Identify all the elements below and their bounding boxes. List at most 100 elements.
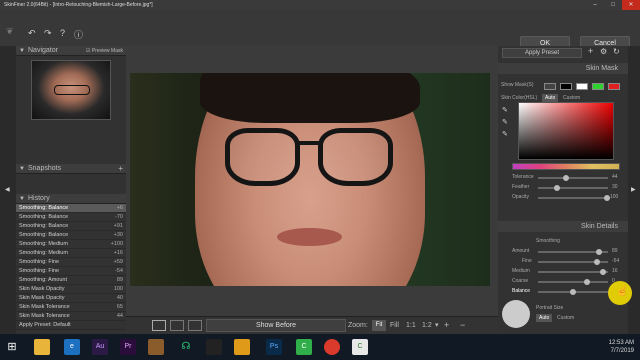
navigator-thumbnail[interactable] xyxy=(31,60,111,120)
thumbnail-glasses xyxy=(54,85,90,95)
mask-swatch-none[interactable] xyxy=(544,83,556,90)
photo-preview[interactable] xyxy=(130,73,490,286)
camtasia-recorder-icon[interactable]: C xyxy=(352,339,368,355)
tolerance-knob[interactable] xyxy=(563,175,569,181)
expand-arrow-icon: ▼ xyxy=(19,166,25,172)
collapse-right-icon[interactable]: ▶ xyxy=(631,186,636,193)
history-item[interactable]: Smoothing: Fine +59 xyxy=(16,258,126,267)
feather-slider[interactable] xyxy=(538,185,608,191)
fine-knob[interactable] xyxy=(594,259,600,265)
start-icon[interactable]: ⊞ xyxy=(4,339,20,355)
info-icon[interactable]: ⓘ xyxy=(74,28,83,41)
zoom-1-1-button[interactable]: 1:1 xyxy=(406,320,416,331)
mask-swatch-white[interactable] xyxy=(576,83,588,90)
collapse-left-icon[interactable]: ◀ xyxy=(5,186,10,193)
apply-preset-dropdown[interactable]: Apply Preset xyxy=(502,48,582,58)
history-item-label: Skin Mask Tolerance xyxy=(19,304,70,310)
file-explorer-icon[interactable] xyxy=(34,339,50,355)
refresh-icon[interactable]: ↻ xyxy=(613,47,620,56)
medium-knob[interactable] xyxy=(600,269,606,275)
history-header[interactable]: ▼ History xyxy=(16,194,126,204)
eyedropper-icon[interactable]: ✎ xyxy=(502,106,508,114)
single-view-icon[interactable] xyxy=(152,320,166,331)
skin-details-header[interactable]: Skin Details xyxy=(498,221,628,232)
balance-knob[interactable] xyxy=(570,289,576,295)
history-item[interactable]: Smoothing: Balance -70 xyxy=(16,213,126,222)
history-item-value: 65 xyxy=(116,304,123,310)
history-item[interactable]: Skin Mask Opacity 100 xyxy=(16,285,126,294)
skin-color-auto-tab[interactable]: Auto xyxy=(542,94,559,102)
zoom-fit-button[interactable]: Fit xyxy=(372,320,386,331)
history-item[interactable]: Smoothing: Medium +100 xyxy=(16,240,126,249)
premiere-icon[interactable]: Pr xyxy=(120,339,136,355)
audition-icon[interactable]: Au xyxy=(92,339,108,355)
snapshots-header[interactable]: ▼ Snapshots + xyxy=(16,164,126,174)
preview-mask-checkbox[interactable]: ☑ Preview Mask xyxy=(86,46,123,56)
history-item[interactable]: Smoothing: Medium +16 xyxy=(16,249,126,258)
mask-swatch-black[interactable] xyxy=(560,83,572,90)
media-player-icon[interactable] xyxy=(206,339,222,355)
amount-knob[interactable] xyxy=(596,249,602,255)
navigator-header[interactable]: ▼ Navigator ☑ Preview Mask xyxy=(16,46,126,56)
system-clock[interactable]: 12:53 AM 7/7/2019 xyxy=(609,339,634,355)
history-item[interactable]: Smoothing: Amount 89 xyxy=(16,276,126,285)
history-item[interactable]: Skin Mask Tolerance 65 xyxy=(16,303,126,312)
portrait-auto-tab[interactable]: Auto xyxy=(536,314,553,322)
history-item[interactable]: Skin Mask Tolerance 44 xyxy=(16,312,126,321)
mask-swatch-green[interactable] xyxy=(592,83,604,90)
history-item[interactable]: Skin Mask Opacity 40 xyxy=(16,294,126,303)
app-icon[interactable] xyxy=(148,339,164,355)
camtasia-icon[interactable]: C xyxy=(296,339,312,355)
history-item[interactable]: Apply Preset: Default xyxy=(16,321,126,330)
fine-slider[interactable] xyxy=(538,259,608,265)
history-item-value: +100 xyxy=(110,241,123,247)
opacity-slider[interactable] xyxy=(538,195,610,201)
stacked-view-icon[interactable] xyxy=(188,320,202,331)
settings-icon[interactable]: ⚙ xyxy=(600,47,607,56)
undo-icon[interactable]: ↶ xyxy=(28,28,36,39)
feather-knob[interactable] xyxy=(554,185,560,191)
history-item[interactable]: Smoothing: Fine -54 xyxy=(16,267,126,276)
help-icon[interactable]: ? xyxy=(60,28,65,38)
show-before-button[interactable]: Show Before xyxy=(206,319,346,332)
add-snapshot-icon[interactable]: + xyxy=(118,164,123,174)
headphones-icon[interactable]: ☊ xyxy=(178,339,194,355)
coarse-slider[interactable] xyxy=(538,279,608,285)
browser-icon[interactable]: e xyxy=(64,339,80,355)
skin-mask-header[interactable]: Skin Mask xyxy=(498,63,628,74)
history-item-value: 40 xyxy=(116,295,123,301)
maximize-icon[interactable]: □ xyxy=(604,0,622,10)
mask-swatch-red[interactable] xyxy=(608,83,620,90)
vlc-icon[interactable] xyxy=(234,339,250,355)
split-view-icon[interactable] xyxy=(170,320,184,331)
coarse-knob[interactable] xyxy=(584,279,590,285)
minimize-icon[interactable]: – xyxy=(586,0,604,10)
amount-slider[interactable] xyxy=(538,249,608,255)
photoshop-icon[interactable]: Ps xyxy=(266,339,282,355)
window-titlebar: SkinFiner 2.0(64Bit) - [Intro-Retouching… xyxy=(0,0,640,10)
skin-color-picker[interactable] xyxy=(518,102,614,160)
history-item-label: Apply Preset: Default xyxy=(19,322,71,328)
zoom-in-icon[interactable]: + xyxy=(444,320,449,331)
tolerance-slider[interactable] xyxy=(538,175,608,181)
add-preset-icon[interactable]: + xyxy=(588,46,593,56)
eyedropper-subtract-icon[interactable]: ✎ xyxy=(502,130,508,138)
left-collapse-strip[interactable]: ◀ xyxy=(0,46,16,334)
chrome-icon[interactable] xyxy=(324,339,340,355)
zoom-1-2-button[interactable]: 1:2 xyxy=(422,320,432,331)
history-item[interactable]: Smoothing: Balance +30 xyxy=(16,231,126,240)
redo-icon[interactable]: ↷ xyxy=(44,28,52,39)
close-icon[interactable]: ✕ xyxy=(622,0,640,10)
history-item-value: +30 xyxy=(113,232,123,238)
portrait-custom-tab[interactable]: Custom xyxy=(554,314,577,322)
history-item[interactable]: Smoothing: Balance +6 xyxy=(16,204,126,213)
history-item[interactable]: Smoothing: Balance +91 xyxy=(16,222,126,231)
zoom-fill-button[interactable]: Fill xyxy=(390,320,399,331)
zoom-dropdown-icon[interactable]: ▾ xyxy=(435,320,439,331)
zoom-out-icon[interactable]: − xyxy=(460,320,465,331)
balance-slider[interactable] xyxy=(538,289,608,295)
eyedropper-add-icon[interactable]: ✎ xyxy=(502,118,508,126)
hue-range-bar[interactable] xyxy=(512,163,620,170)
skin-color-custom-tab[interactable]: Custom xyxy=(560,94,583,102)
medium-slider[interactable] xyxy=(538,269,608,275)
